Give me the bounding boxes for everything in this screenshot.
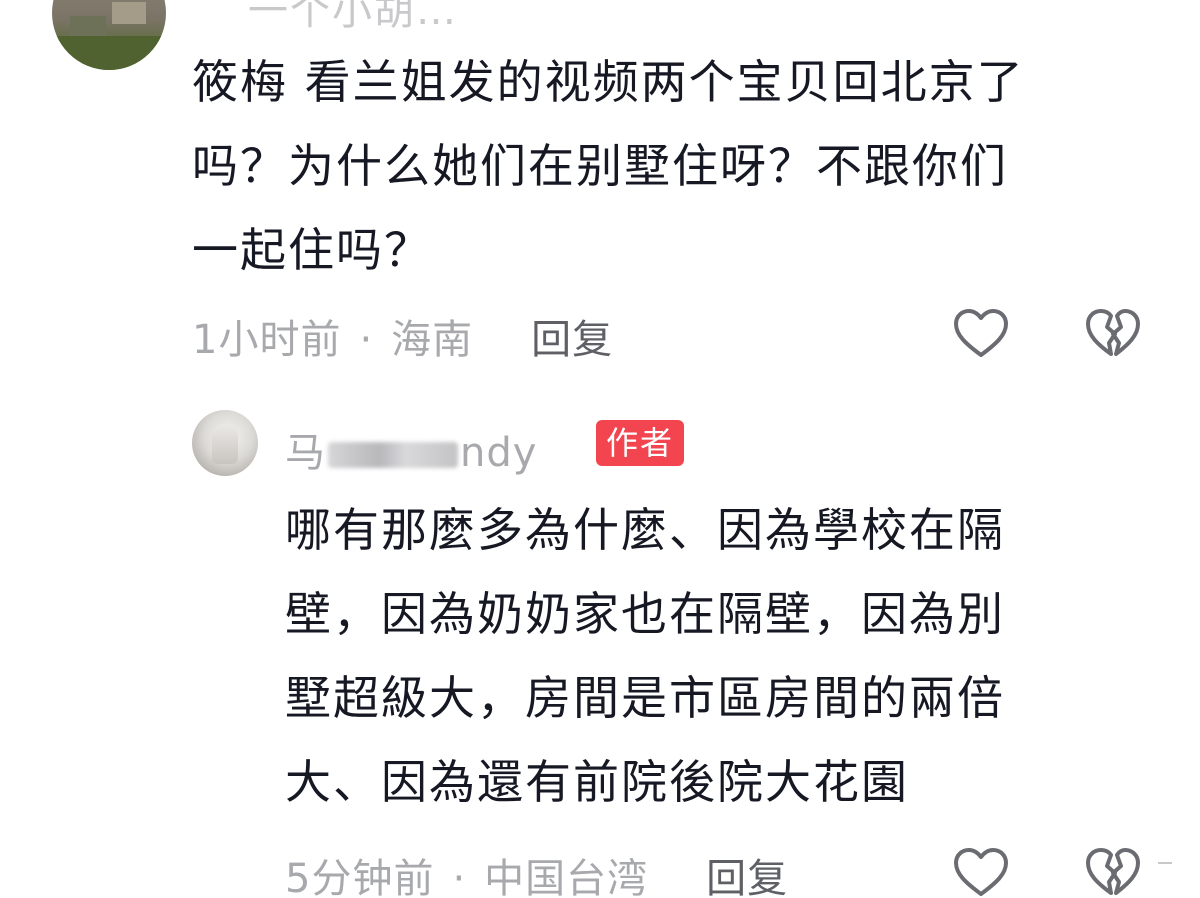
username-blurred-part [328, 442, 458, 468]
top-comment-username[interactable]: 一个小胡… [248, 0, 458, 36]
username-visible-end: ndy [460, 430, 538, 476]
reply-line: 壁，因為奶奶家也在隔壁，因為別 [285, 587, 1005, 641]
broken-heart-icon[interactable] [1084, 846, 1142, 898]
username-visible-start: 马 [285, 430, 326, 476]
reply-line: 大、因為還有前院後院大花園 [285, 755, 909, 809]
meta-separator: · [452, 856, 467, 898]
author-avatar[interactable] [192, 410, 258, 476]
broken-heart-icon[interactable] [1084, 307, 1142, 359]
reply-line: 哪有那麼多為什麼、因為學校在隔 [285, 503, 1005, 557]
reply-button[interactable]: 回复 [531, 317, 613, 363]
watermark-mark [1158, 862, 1172, 870]
heart-outline-icon[interactable] [952, 307, 1010, 359]
reply-line: 墅超級大，房間是市區房間的兩倍 [285, 671, 1005, 725]
reply-text: 哪有那麼多為什麼、因為學校在隔 壁，因為奶奶家也在隔壁，因為別 墅超級大，房間是… [285, 488, 1145, 824]
commenter-avatar[interactable] [52, 0, 166, 70]
heart-outline-icon[interactable] [952, 846, 1010, 898]
author-badge: 作者 [596, 420, 685, 466]
comment-thread: 一个小胡… 筱梅 看兰姐发的视频两个宝贝回北京了 吗？为什么她们在别墅住呀？不跟… [0, 0, 1200, 898]
reply-time: 5分钟前 [285, 856, 435, 898]
comment-line: 一起住吗？ [192, 223, 432, 277]
comment-time: 1小时前 [192, 317, 342, 363]
comment-line: 筱梅 看兰姐发的视频两个宝贝回北京了 [192, 55, 1025, 109]
comment-location: 海南 [391, 317, 474, 363]
comment-line: 吗？为什么她们在别墅住呀？不跟你们 [192, 139, 1008, 193]
reply-meta: 5分钟前 · 中国台湾 回复 [285, 846, 788, 898]
comment-meta: 1小时前 · 海南 回复 [192, 307, 613, 365]
reply-button[interactable]: 回复 [706, 856, 788, 898]
comment-text: 筱梅 看兰姐发的视频两个宝贝回北京了 吗？为什么她们在别墅住呀？不跟你们 一起住… [192, 40, 1152, 292]
meta-separator: · [359, 317, 374, 363]
reply-location: 中国台湾 [484, 856, 649, 898]
author-username[interactable]: 马 ndy [285, 420, 537, 478]
